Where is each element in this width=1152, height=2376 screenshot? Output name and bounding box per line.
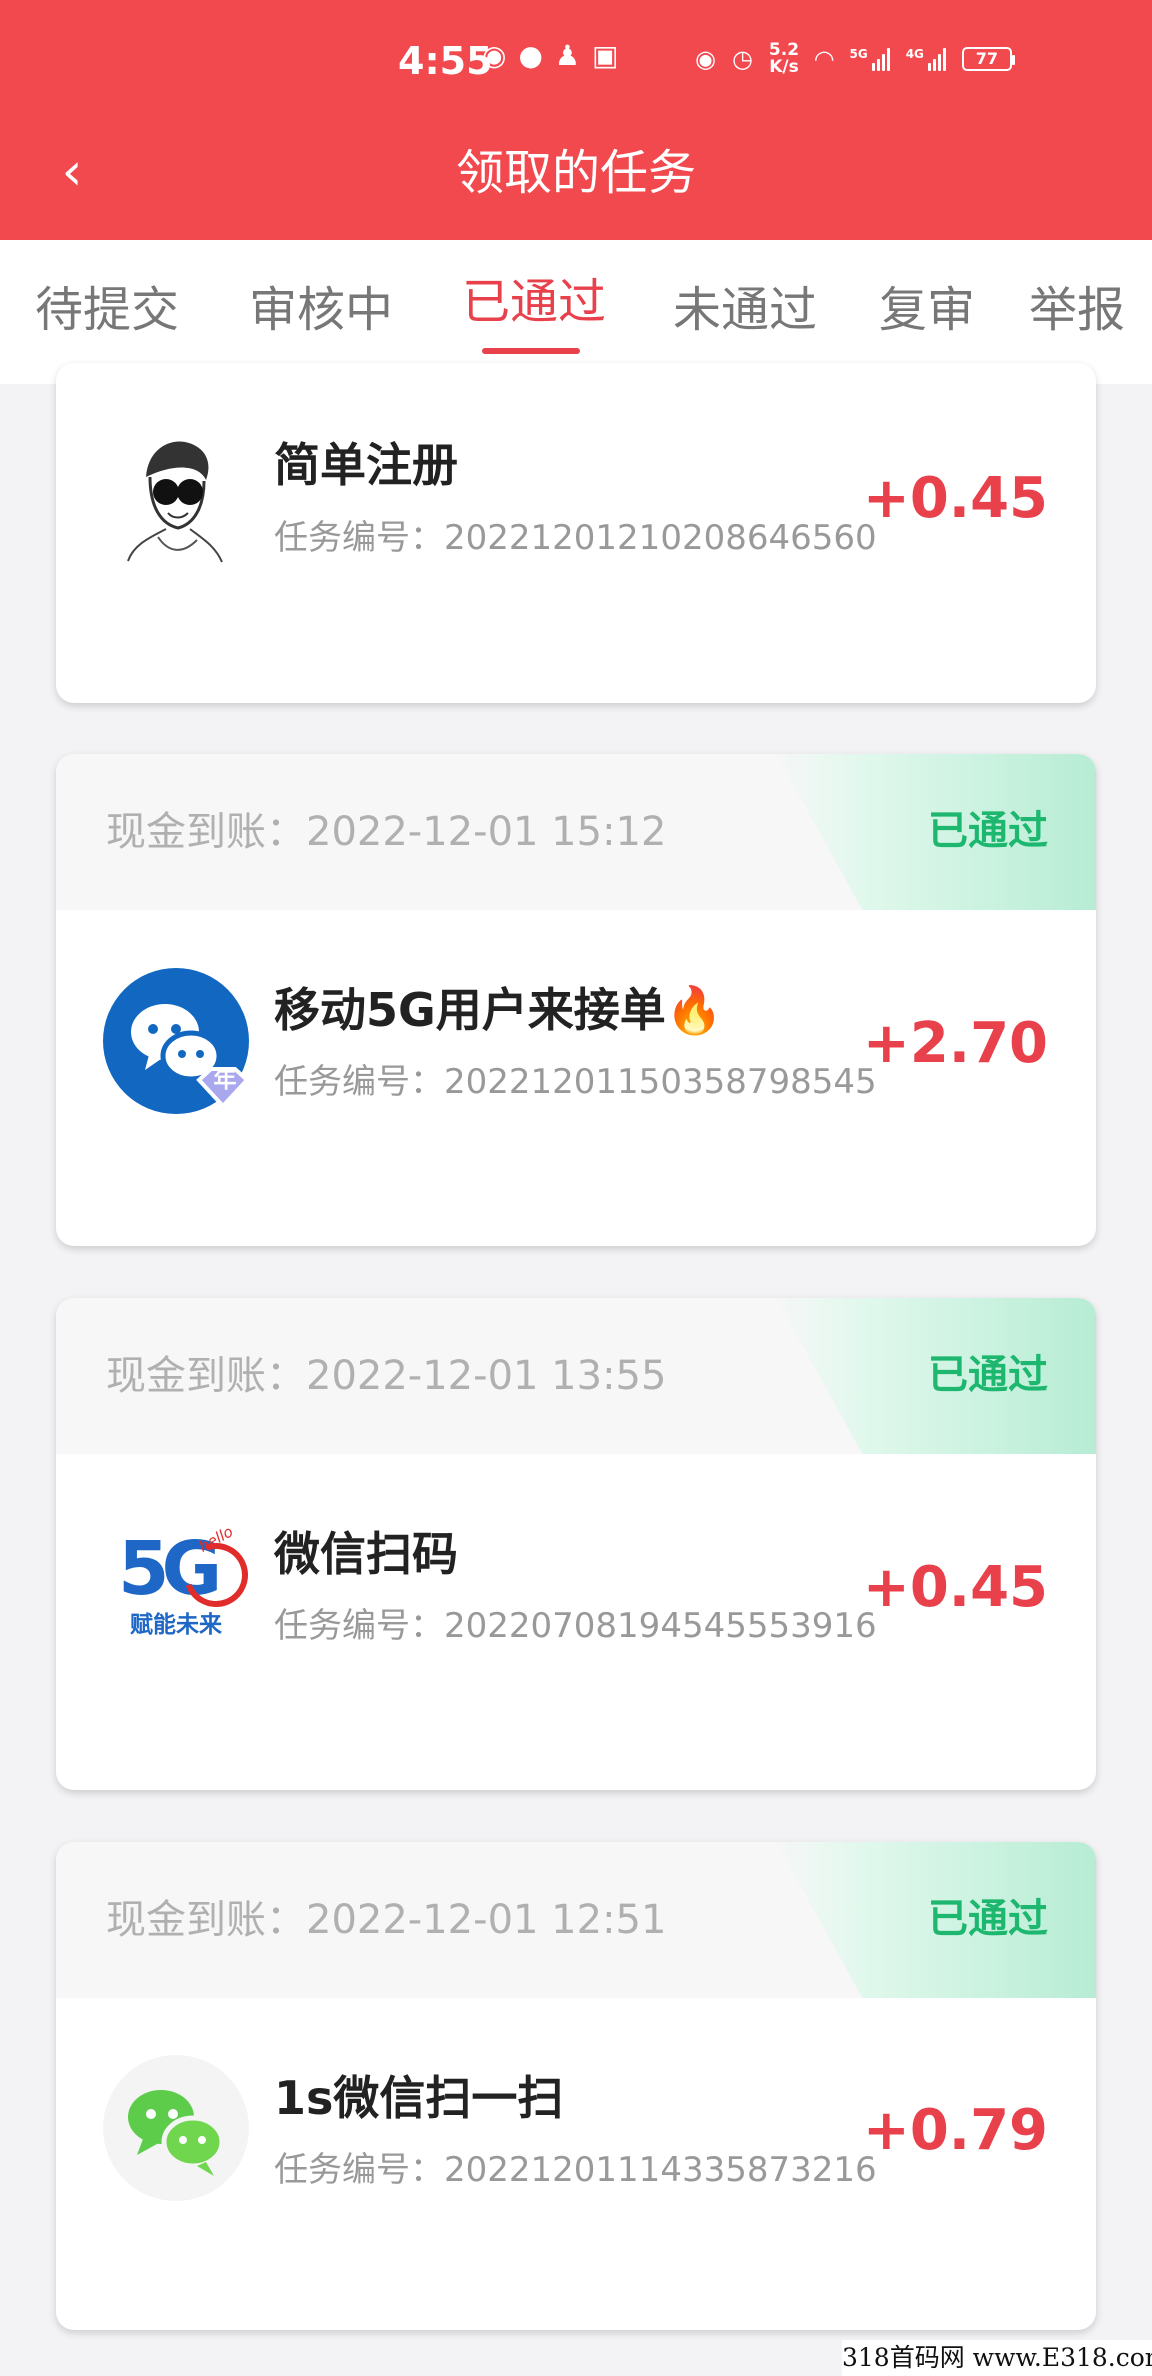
task-number: 任务编号：20221201150358798545 bbox=[274, 1062, 877, 1102]
active-tab-indicator bbox=[482, 348, 580, 354]
status-time: 4:55 bbox=[398, 39, 493, 83]
task-card[interactable]: 现金到账：2022-12-01 12:51 已通过 1s微信扫一扫 任务编号：2… bbox=[56, 1842, 1096, 2330]
voice-icon: ◉ bbox=[482, 39, 507, 72]
status-system-icons: ◉ ◷ 5.2 K/s ◠ 5G 4G 77 bbox=[695, 40, 1015, 77]
wechat-bubbles-icon bbox=[128, 2090, 225, 2176]
tab-pending-submit[interactable]: 待提交 bbox=[35, 280, 179, 340]
alarm-icon: ◷ bbox=[731, 45, 753, 73]
watermark: 318首码网 www.E318.com bbox=[842, 2340, 1152, 2376]
eye-icon: ◉ bbox=[695, 45, 716, 73]
task-number: 任务编号：20221201210208646560 bbox=[274, 518, 877, 558]
network-4g-label: 4G bbox=[905, 46, 924, 61]
task-number: 任务编号：20221201114335873216 bbox=[274, 2150, 877, 2190]
cash-arrival-date: 现金到账：2022-12-01 13:55 bbox=[106, 1353, 667, 1399]
task-number: 任务编号：20220708194545553916 bbox=[274, 1606, 877, 1646]
page-title: 领取的任务 bbox=[455, 145, 696, 201]
task-name: 移动5G用户来接单🔥 bbox=[274, 983, 724, 1037]
tab-approved[interactable]: 已通过 bbox=[462, 272, 606, 332]
tab-rejected[interactable]: 未通过 bbox=[673, 280, 817, 340]
task-card[interactable]: 现金到账：2022-12-01 13:55 已通过 5G hello 赋能未来 … bbox=[56, 1298, 1096, 1790]
task-reward-amount: +0.79 bbox=[862, 2098, 1048, 2163]
task-name: 1s微信扫一扫 bbox=[274, 2071, 564, 2125]
signal-4g: 4G bbox=[905, 46, 946, 71]
card-header: 现金到账：2022-12-01 13:55 已通过 bbox=[56, 1298, 1096, 1454]
status-bar: 4:55 ◉ ● ♟ ▣ ◉ ◷ 5.2 K/s ◠ 5G 4G 77 bbox=[0, 38, 1152, 98]
task-card[interactable]: 简单注册 任务编号：20221201210208646560 +0.45 bbox=[56, 363, 1096, 703]
year-badge-text: 年 bbox=[213, 1067, 237, 1093]
network-5g-label: 5G bbox=[849, 46, 868, 61]
5g-subtitle: 赋能未来 bbox=[130, 1612, 222, 1638]
cash-arrival-date: 现金到账：2022-12-01 15:12 bbox=[106, 809, 667, 855]
tab-re-review[interactable]: 复审 bbox=[879, 280, 975, 340]
status-badge: 已通过 bbox=[928, 1352, 1048, 1398]
battery-icon: 77 bbox=[961, 47, 1015, 71]
status-app-icons: ◉ ● ♟ ▣ bbox=[482, 42, 618, 70]
tab-report[interactable]: 举报 bbox=[1029, 280, 1125, 340]
task-reward-amount: +0.45 bbox=[862, 1555, 1048, 1620]
app-header: 4:55 ◉ ● ♟ ▣ ◉ ◷ 5.2 K/s ◠ 5G 4G 77 ‹ 领取… bbox=[0, 0, 1152, 240]
task-name: 简单注册 bbox=[274, 438, 458, 492]
wechat-green-icon bbox=[103, 2055, 249, 2201]
card-header: 现金到账：2022-12-01 12:51 已通过 bbox=[56, 1842, 1096, 1998]
task-reward-amount: +0.45 bbox=[862, 466, 1048, 531]
cash-arrival-date: 现金到账：2022-12-01 12:51 bbox=[106, 1897, 667, 1943]
task-card[interactable]: 现金到账：2022-12-01 15:12 已通过 年 移动5G用户来接单🔥 任… bbox=[56, 754, 1096, 1246]
status-badge: 已通过 bbox=[928, 808, 1048, 854]
weather-app-icon: ▣ bbox=[591, 39, 619, 72]
color-ball-icon: ● bbox=[518, 39, 543, 72]
tab-under-review[interactable]: 审核中 bbox=[249, 280, 393, 340]
signal-5g: 5G bbox=[849, 46, 890, 71]
network-speed: 5.2 K/s bbox=[768, 40, 800, 77]
sketch-man-avatar-icon bbox=[127, 441, 223, 563]
qq-penguin-icon: ♟ bbox=[554, 39, 580, 72]
signal-icon bbox=[927, 47, 946, 71]
5g-hello-logo: 5G hello 赋能未来 bbox=[103, 1511, 259, 1657]
wifi-icon: ◠ bbox=[815, 45, 834, 73]
status-badge: 已通过 bbox=[928, 1896, 1048, 1942]
sketch-man-avatar-icon bbox=[103, 425, 249, 571]
5g-logo-mark: 5G hello bbox=[116, 1522, 259, 1618]
wechat-blue-year-icon: 年 bbox=[103, 968, 249, 1114]
signal-icon bbox=[871, 47, 890, 71]
task-reward-amount: +2.70 bbox=[862, 1011, 1048, 1076]
task-name: 微信扫码 bbox=[274, 1527, 458, 1581]
card-header: 现金到账：2022-12-01 15:12 已通过 bbox=[56, 754, 1096, 910]
